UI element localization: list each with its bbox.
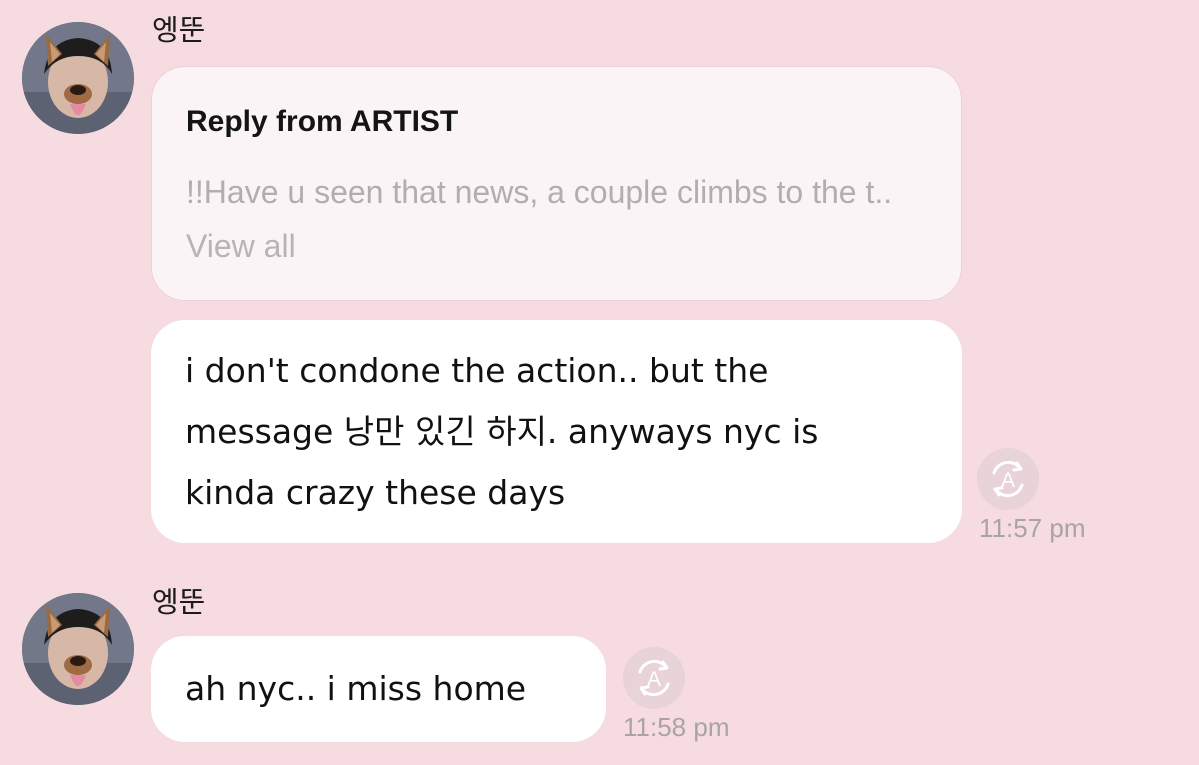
avatar[interactable] <box>22 22 134 134</box>
reply-title: Reply from ARTIST <box>186 105 459 138</box>
message-text: ah nyc.. i miss home <box>185 658 526 719</box>
avatar[interactable] <box>22 593 134 705</box>
svg-text:A: A <box>1001 469 1015 492</box>
message-line: i don't condone the action.. but the <box>185 351 769 390</box>
svg-text:A: A <box>647 668 661 691</box>
message-bubble[interactable]: ah nyc.. i miss home <box>151 636 606 742</box>
message-bubble[interactable]: i don't condone the action.. but the mes… <box>151 320 962 543</box>
reply-preview-text: !!Have u seen that news, a couple climbs… <box>186 165 946 273</box>
reply-preview-snippet: !!Have u seen that news, a couple climbs… <box>186 174 893 210</box>
view-all-link[interactable]: View all <box>186 228 296 264</box>
reply-preview-card[interactable]: Reply from ARTIST !!Have u seen that new… <box>151 66 962 301</box>
message-line: message 낭만 있긴 하지. anyways nyc is <box>185 412 819 451</box>
translate-icon[interactable]: A <box>977 448 1039 510</box>
message-timestamp: 11:57 pm <box>979 513 1086 543</box>
message-text: i don't condone the action.. but the mes… <box>185 340 818 523</box>
message-timestamp: 11:58 pm <box>623 712 730 742</box>
translate-icon[interactable]: A <box>623 647 685 709</box>
message-line: ah nyc.. i miss home <box>185 669 527 708</box>
message-line: kinda crazy these days <box>185 473 566 512</box>
sender-name: 엥뚠 <box>152 585 206 619</box>
sender-name: 엥뚠 <box>152 13 206 47</box>
